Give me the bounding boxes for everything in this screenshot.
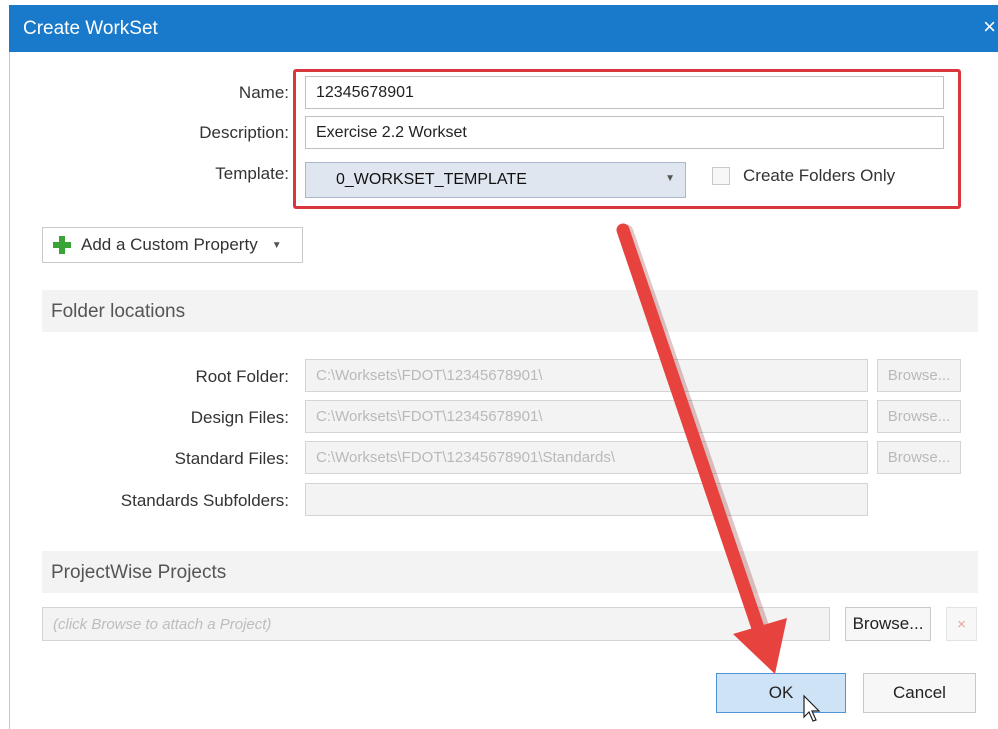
standards-subfolders-label: Standards Subfolders: bbox=[120, 491, 289, 510]
title-bar: Create WorkSet × bbox=[9, 5, 998, 52]
standard-files-browse-button[interactable]: Browse... bbox=[877, 441, 961, 474]
name-input[interactable]: 12345678901 bbox=[305, 76, 944, 109]
checkbox-box[interactable] bbox=[712, 167, 730, 185]
chevron-down-icon: ▼ bbox=[665, 173, 675, 184]
add-custom-property-label: Add a Custom Property bbox=[81, 235, 258, 254]
standard-files-input[interactable]: C:\Worksets\FDOT\12345678901\Standards\ bbox=[305, 441, 868, 474]
projectwise-project-field[interactable]: (click Browse to attach a Project) bbox=[42, 607, 830, 641]
template-select-value: 0_WORKSET_TEMPLATE bbox=[336, 171, 527, 188]
description-label: Description: bbox=[199, 123, 289, 142]
projectwise-projects-header: ProjectWise Projects bbox=[42, 551, 978, 593]
cancel-button[interactable]: Cancel bbox=[863, 673, 976, 713]
design-files-browse-button[interactable]: Browse... bbox=[877, 400, 961, 433]
folder-locations-header: Folder locations bbox=[42, 290, 978, 332]
root-folder-browse-button[interactable]: Browse... bbox=[877, 359, 961, 392]
dropdown-caret-icon: ▼ bbox=[271, 239, 282, 251]
close-icon[interactable]: × bbox=[983, 15, 996, 39]
standard-files-label: Standard Files: bbox=[174, 449, 289, 468]
remove-icon: × bbox=[957, 615, 966, 633]
template-label: Template: bbox=[215, 164, 289, 183]
template-select[interactable]: 0_WORKSET_TEMPLATE ▼ bbox=[305, 162, 686, 198]
design-files-label: Design Files: bbox=[190, 408, 289, 427]
root-folder-input[interactable]: C:\Worksets\FDOT\12345678901\ bbox=[305, 359, 868, 392]
create-folders-only-label: Create Folders Only bbox=[743, 166, 896, 185]
standards-subfolders-input[interactable] bbox=[305, 483, 868, 516]
ok-button[interactable]: OK bbox=[716, 673, 846, 713]
remove-project-button[interactable]: × bbox=[946, 607, 977, 641]
create-folders-only-checkbox[interactable]: Create Folders Only bbox=[712, 166, 895, 186]
projectwise-projects-title: ProjectWise Projects bbox=[51, 562, 227, 583]
add-custom-property-button[interactable]: Add a Custom Property ▼ bbox=[42, 227, 303, 263]
description-input[interactable]: Exercise 2.2 Workset bbox=[305, 116, 944, 149]
window-title: Create WorkSet bbox=[23, 18, 158, 39]
name-label: Name: bbox=[238, 83, 289, 102]
plus-icon bbox=[53, 236, 71, 254]
projectwise-browse-button[interactable]: Browse... bbox=[845, 607, 931, 641]
design-files-input[interactable]: C:\Worksets\FDOT\12345678901\ bbox=[305, 400, 868, 433]
folder-locations-title: Folder locations bbox=[51, 301, 186, 322]
root-folder-label: Root Folder: bbox=[195, 367, 289, 386]
